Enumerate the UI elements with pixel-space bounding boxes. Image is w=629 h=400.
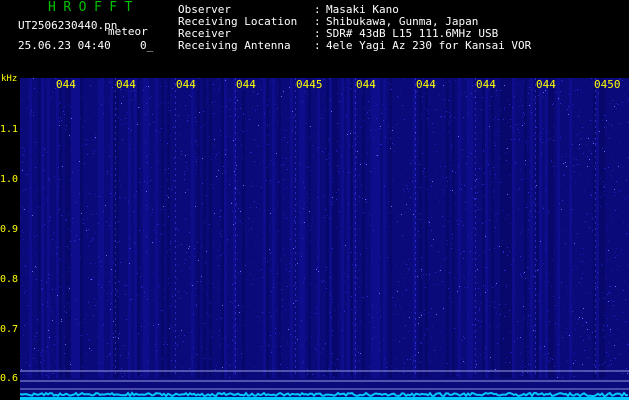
x-tick-label: 044 <box>236 78 256 91</box>
capture-datetime: 25.06.23 04:40 <box>18 39 111 52</box>
y-tick-label: 0.9 <box>0 224 19 235</box>
app-brand: HROFFT <box>48 0 140 15</box>
x-tick-label: 0450 <box>594 78 621 91</box>
x-tick-label: 044 <box>416 78 436 91</box>
x-tick-label: 044 <box>356 78 376 91</box>
y-tick-label: 0.7 <box>0 324 19 335</box>
y-tick-label: 1.0 <box>0 174 19 185</box>
station-info: Observer: Masaki Kano Receiving Location:… <box>178 4 531 52</box>
spectrogram-plot[interactable] <box>20 78 629 400</box>
antenna-value: 4ele Yagi Az 230 for Kansai VOR <box>326 39 532 52</box>
y-tick-label: 0.6 <box>0 373 19 384</box>
x-tick-label: 044 <box>116 78 136 91</box>
header-panel: HROFFT UT2506230440.pn meteor 25.06.23 0… <box>0 0 629 74</box>
x-tick-label: 044 <box>536 78 556 91</box>
x-tick-label: 044 <box>176 78 196 91</box>
y-axis <box>0 74 20 400</box>
x-tick-label: 0445 <box>296 78 323 91</box>
info-row-antenna: Receiving Antenna:4ele Yagi Az 230 for K… <box>178 39 532 52</box>
y-tick-label: 0.8 <box>0 274 19 285</box>
x-tick-label: 044 <box>476 78 496 91</box>
x-tick-label: 044 <box>56 78 76 91</box>
y-axis-unit: kHz <box>1 74 18 84</box>
file-name: UT2506230440.pn <box>18 19 118 32</box>
y-tick-label: 1.1 <box>0 124 19 135</box>
channel-selector[interactable]: 0_ <box>140 39 153 52</box>
mode-label: meteor <box>108 25 148 38</box>
spectrogram-canvas <box>20 78 629 400</box>
